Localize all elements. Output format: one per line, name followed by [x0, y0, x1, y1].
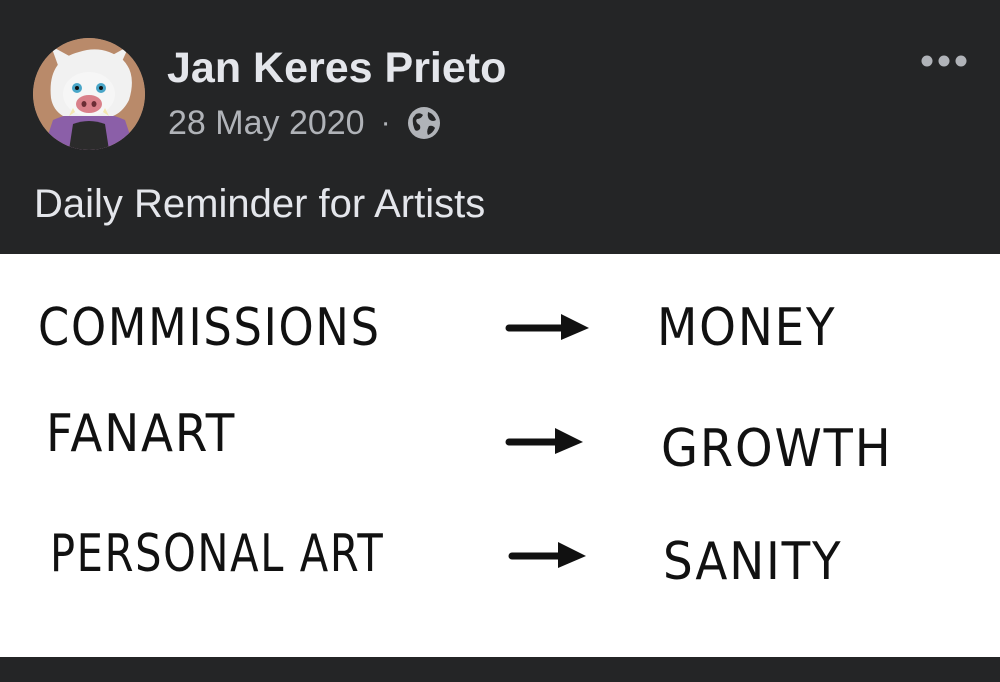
post-meta: 28 May 2020 ·: [168, 100, 441, 146]
globe-icon[interactable]: [407, 106, 441, 140]
post-timestamp[interactable]: 28 May 2020: [168, 104, 365, 143]
arrow-right-icon: [508, 542, 586, 568]
image-text-fanart: FANART: [46, 404, 237, 464]
image-text-sanity: SANITY: [663, 532, 843, 592]
avatar-image: [33, 38, 145, 150]
more-options-button[interactable]: [914, 44, 974, 78]
image-text-money: MONEY: [657, 298, 837, 358]
author-avatar[interactable]: [33, 38, 145, 150]
author-name[interactable]: Jan Keres Prieto: [167, 40, 506, 96]
bottom-bar: [0, 657, 1000, 682]
post-image[interactable]: COMMISSIONS MONEY FANART GROWTH PERSONAL…: [0, 254, 1000, 657]
post-card: Jan Keres Prieto 28 May 2020 · Daily Rem…: [0, 0, 1000, 682]
image-text-growth: GROWTH: [661, 419, 893, 479]
image-text-commissions: COMMISSIONS: [38, 298, 381, 358]
meta-separator: ·: [380, 106, 391, 139]
more-horizontal-icon: [921, 55, 967, 67]
arrow-right-icon: [505, 314, 589, 340]
post-caption: Daily Reminder for Artists: [34, 182, 486, 226]
image-text-personal-art: PERSONAL ART: [50, 524, 385, 584]
arrow-right-icon: [505, 428, 583, 454]
